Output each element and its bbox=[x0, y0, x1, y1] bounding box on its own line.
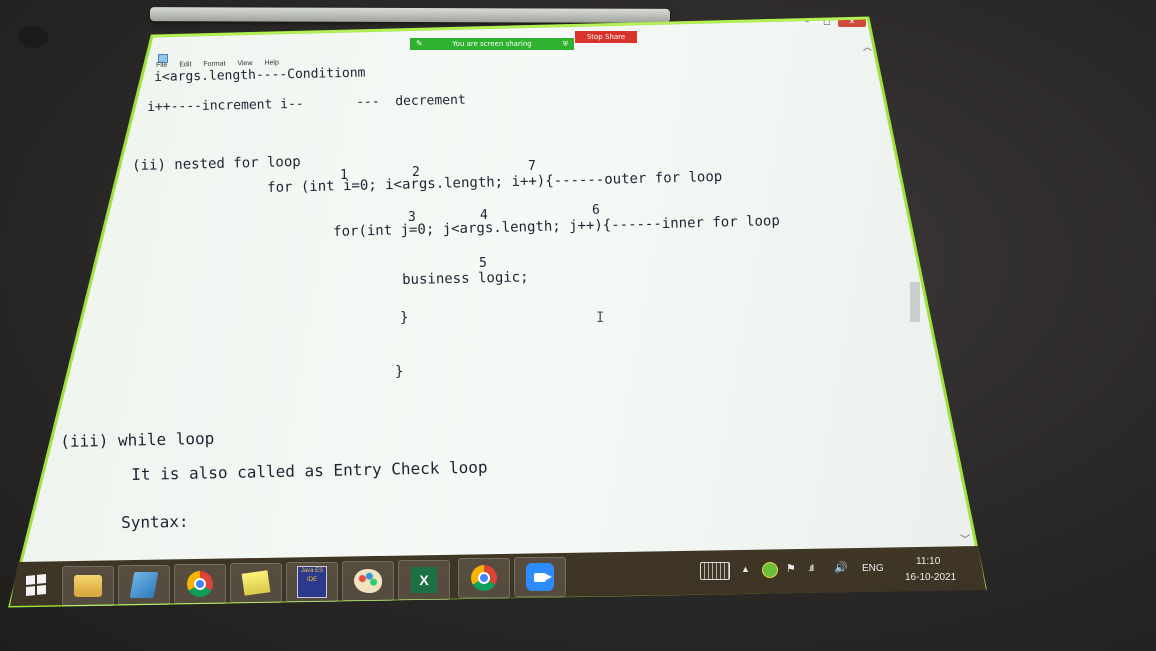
clock-time[interactable]: 11:10 bbox=[916, 556, 940, 567]
action-center-flag-icon[interactable]: ⚑ bbox=[786, 562, 796, 575]
chrome-icon bbox=[471, 565, 497, 591]
java-ide-icon: Java ES IDE bbox=[297, 566, 327, 598]
projector-bar bbox=[149, 7, 671, 23]
scroll-down-arrow[interactable]: ﹀ bbox=[960, 531, 970, 546]
code-line-decrement: --- decrement bbox=[356, 92, 466, 110]
taskbar-java-ide[interactable]: Java ES IDE bbox=[286, 562, 338, 602]
outer-for-line: for (int i=0; i<args.length; i++){------… bbox=[267, 168, 723, 196]
keyboard-icon[interactable] bbox=[700, 562, 730, 580]
stop-share-button[interactable]: Stop Share bbox=[575, 31, 637, 43]
menu-edit[interactable]: Edit bbox=[179, 61, 191, 68]
start-button[interactable] bbox=[20, 568, 52, 602]
windows-logo-icon bbox=[26, 573, 46, 597]
network-signal-icon[interactable]: .ıll bbox=[808, 563, 814, 573]
menu-help[interactable]: Help bbox=[264, 59, 279, 66]
maximize-button[interactable]: □ bbox=[818, 18, 836, 27]
code-line-condition: i<args.length----Conditionm bbox=[154, 65, 366, 85]
inner-closing-brace: } bbox=[400, 310, 409, 326]
entry-check-line: It is also called as Entry Check loop bbox=[131, 457, 488, 484]
step-number: 6 bbox=[592, 203, 600, 218]
taskbar-book[interactable] bbox=[118, 565, 170, 605]
business-logic-line: business logic; bbox=[402, 269, 529, 288]
close-button[interactable]: ✕ bbox=[838, 18, 866, 27]
chrome-icon bbox=[187, 571, 213, 597]
taskbar-zoom[interactable] bbox=[514, 557, 566, 597]
taskbar-file-explorer[interactable] bbox=[62, 566, 114, 606]
zoom-icon bbox=[526, 563, 554, 591]
menu-format[interactable]: Format bbox=[203, 61, 225, 68]
file-explorer-icon bbox=[74, 575, 102, 597]
code-line-increment: i++----increment i-- bbox=[147, 96, 304, 115]
taskbar-sticky-notes[interactable] bbox=[230, 563, 282, 603]
outer-closing-brace: } bbox=[395, 364, 404, 380]
paint-icon bbox=[354, 569, 382, 593]
taskbar-excel[interactable]: X bbox=[398, 560, 450, 600]
scroll-up-arrow[interactable]: ︿ bbox=[863, 40, 872, 53]
show-hidden-icons-arrow[interactable]: ▲ bbox=[741, 564, 750, 574]
volume-icon[interactable]: 🔊 bbox=[834, 561, 848, 574]
book-icon bbox=[129, 572, 159, 598]
excel-icon: X bbox=[411, 567, 437, 593]
pen-icon[interactable]: ✎ bbox=[416, 38, 423, 50]
heading-nested-for: (ii) nested for loop bbox=[132, 153, 301, 174]
clock-date[interactable]: 16-10-2021 bbox=[905, 572, 956, 583]
sticky-notes-icon bbox=[241, 570, 271, 596]
screen-sharing-bar: ✎ You are screen sharing ⛨ bbox=[410, 38, 574, 50]
taskbar-paint[interactable] bbox=[342, 561, 394, 601]
language-indicator[interactable]: ENG bbox=[862, 563, 884, 574]
step-number: 5 bbox=[479, 256, 487, 271]
taskbar-chrome[interactable] bbox=[174, 564, 226, 604]
menu-view[interactable]: View bbox=[237, 60, 252, 67]
step-number: 7 bbox=[528, 159, 536, 174]
sharing-status: You are screen sharing bbox=[452, 40, 532, 48]
window-controls: – □ ✕ bbox=[798, 18, 866, 27]
heading-while-loop: (iii) while loop bbox=[60, 428, 215, 451]
wall-stain bbox=[18, 26, 48, 48]
tray-app-icon[interactable] bbox=[762, 562, 778, 578]
syntax-label: Syntax: bbox=[121, 511, 189, 532]
text-cursor: I bbox=[596, 310, 605, 326]
inner-for-line: for(int j=0; j<args.length; j++){------i… bbox=[333, 213, 780, 240]
shield-icon[interactable]: ⛨ bbox=[563, 38, 568, 50]
minimize-button[interactable]: – bbox=[798, 18, 816, 27]
menu-file[interactable]: File bbox=[156, 62, 167, 69]
taskbar-chrome-2[interactable] bbox=[458, 558, 510, 598]
scrollbar-thumb[interactable] bbox=[910, 282, 920, 322]
